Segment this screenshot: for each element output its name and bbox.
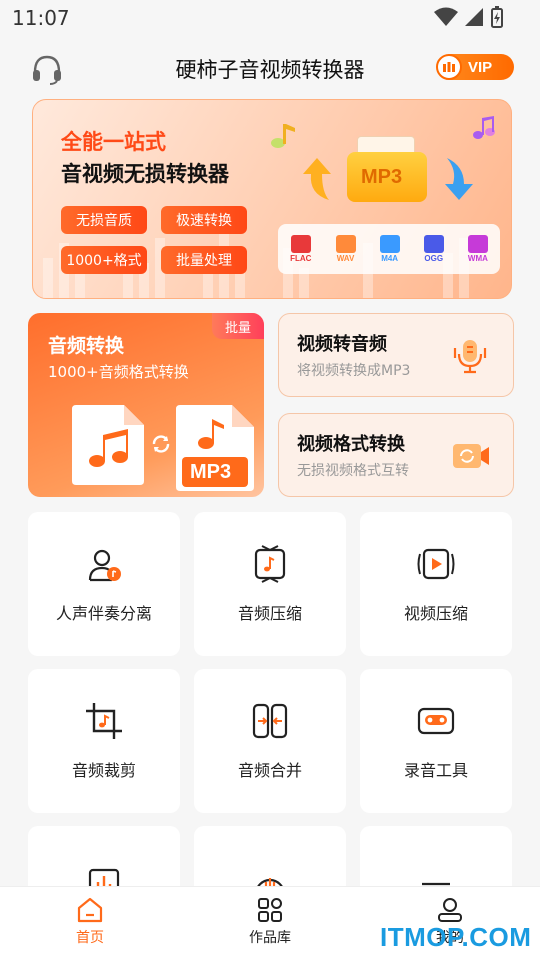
tool-label: 音频压缩: [237, 604, 302, 623]
tool-label: 录音工具: [403, 761, 468, 780]
nav-works[interactable]: 作品库: [230, 897, 310, 947]
signal-icon: [465, 8, 483, 26]
site-watermark: ITMOP.COM: [380, 922, 532, 952]
promo-banner[interactable]: 全能一站式 音视频无损转换器 无损音质 极速转换 1000+格式 批量处理 MP…: [32, 99, 512, 299]
video-convert-icon: [453, 444, 489, 468]
video-format-subtitle: 无损视频格式互转: [297, 463, 409, 479]
video-compress-icon: [417, 548, 455, 580]
banner-subheadline: 音视频无损转换器: [61, 162, 229, 186]
app-bar: 硬柿子音视频转换器 VIP: [0, 36, 540, 100]
music-note-icon: [271, 124, 295, 148]
wifi-icon: [434, 7, 458, 26]
tag-batch: 批量处理: [161, 246, 247, 274]
arrow-up-icon: [303, 158, 331, 200]
video-format-card[interactable]: 视频格式转换 无损视频格式互转: [278, 413, 514, 497]
format-wav: WAV: [335, 235, 356, 263]
video-to-audio-subtitle: 将视频转换成MP3: [297, 363, 411, 379]
format-m4a: M4A: [379, 235, 400, 263]
status-icons: [434, 6, 504, 28]
mp3-folder-icon: MP3: [347, 136, 427, 202]
audio-convert-title: 音频转换: [48, 335, 125, 357]
audio-convert-card[interactable]: 音频转换 1000+音频格式转换 批量 MP3: [28, 313, 264, 497]
microphone-icon: [453, 340, 487, 374]
format-list: FLAC WAV M4A OGG WMA: [278, 224, 500, 274]
ogg-file-icon: [423, 235, 444, 253]
tool-label: 人声伴奏分离: [55, 604, 152, 623]
recorder-icon: [417, 707, 455, 735]
tool-audio-compress[interactable]: 音频压缩: [194, 512, 346, 656]
format-flac: FLAC: [290, 235, 311, 263]
tag-lossless: 无损音质: [61, 206, 147, 234]
tag-fast: 极速转换: [161, 206, 247, 234]
m4a-file-icon: [379, 235, 400, 253]
tool-audio-merge[interactable]: 音频合并: [194, 669, 346, 813]
status-time: 11:07: [12, 6, 70, 30]
arrow-down-icon: [445, 158, 473, 200]
profile-icon: [438, 898, 462, 922]
audio-crop-icon: [86, 703, 122, 739]
wav-file-icon: [335, 235, 356, 253]
mp3-file-label: MP3: [190, 461, 232, 483]
crown-icon: [436, 54, 462, 80]
vocal-separation-icon: [88, 549, 121, 582]
video-format-title: 视频格式转换: [297, 434, 405, 455]
music-note-purple-icon: [473, 116, 495, 139]
convert-cycle-icon: [152, 435, 170, 453]
tool-recorder[interactable]: 录音工具: [360, 669, 512, 813]
tag-formats: 1000+格式: [61, 246, 147, 274]
format-wma: WMA: [467, 235, 488, 263]
audio-convert-subtitle: 1000+音频格式转换: [48, 363, 189, 381]
vip-button[interactable]: VIP: [436, 54, 514, 80]
tool-label: 视频压缩: [403, 604, 468, 623]
mp3-label: MP3: [361, 166, 403, 188]
battery-icon: [491, 6, 503, 28]
tool-label: 音频裁剪: [71, 761, 136, 780]
video-to-audio-card[interactable]: 视频转音频 将视频转换成MP3: [278, 313, 514, 397]
wma-file-icon: [467, 235, 488, 253]
grid-icon: [258, 898, 282, 922]
tool-vocal-separation[interactable]: 人声伴奏分离: [28, 512, 180, 656]
tool-video-compress[interactable]: 视频压缩: [360, 512, 512, 656]
nav-home[interactable]: 首页: [50, 897, 130, 947]
batch-badge: 批量: [212, 313, 264, 339]
audio-file-icon: [72, 405, 144, 485]
tool-audio-crop[interactable]: 音频裁剪: [28, 669, 180, 813]
video-to-audio-title: 视频转音频: [297, 334, 387, 355]
banner-headline: 全能一站式: [61, 130, 166, 154]
home-icon: [77, 897, 103, 923]
audio-compress-icon: [254, 545, 286, 583]
vip-label: VIP: [468, 58, 493, 76]
tool-label: 音频合并: [237, 761, 302, 780]
status-bar: 11:07: [0, 0, 540, 36]
audio-merge-icon: [252, 703, 288, 739]
flac-file-icon: [290, 235, 311, 253]
format-ogg: OGG: [423, 235, 444, 263]
